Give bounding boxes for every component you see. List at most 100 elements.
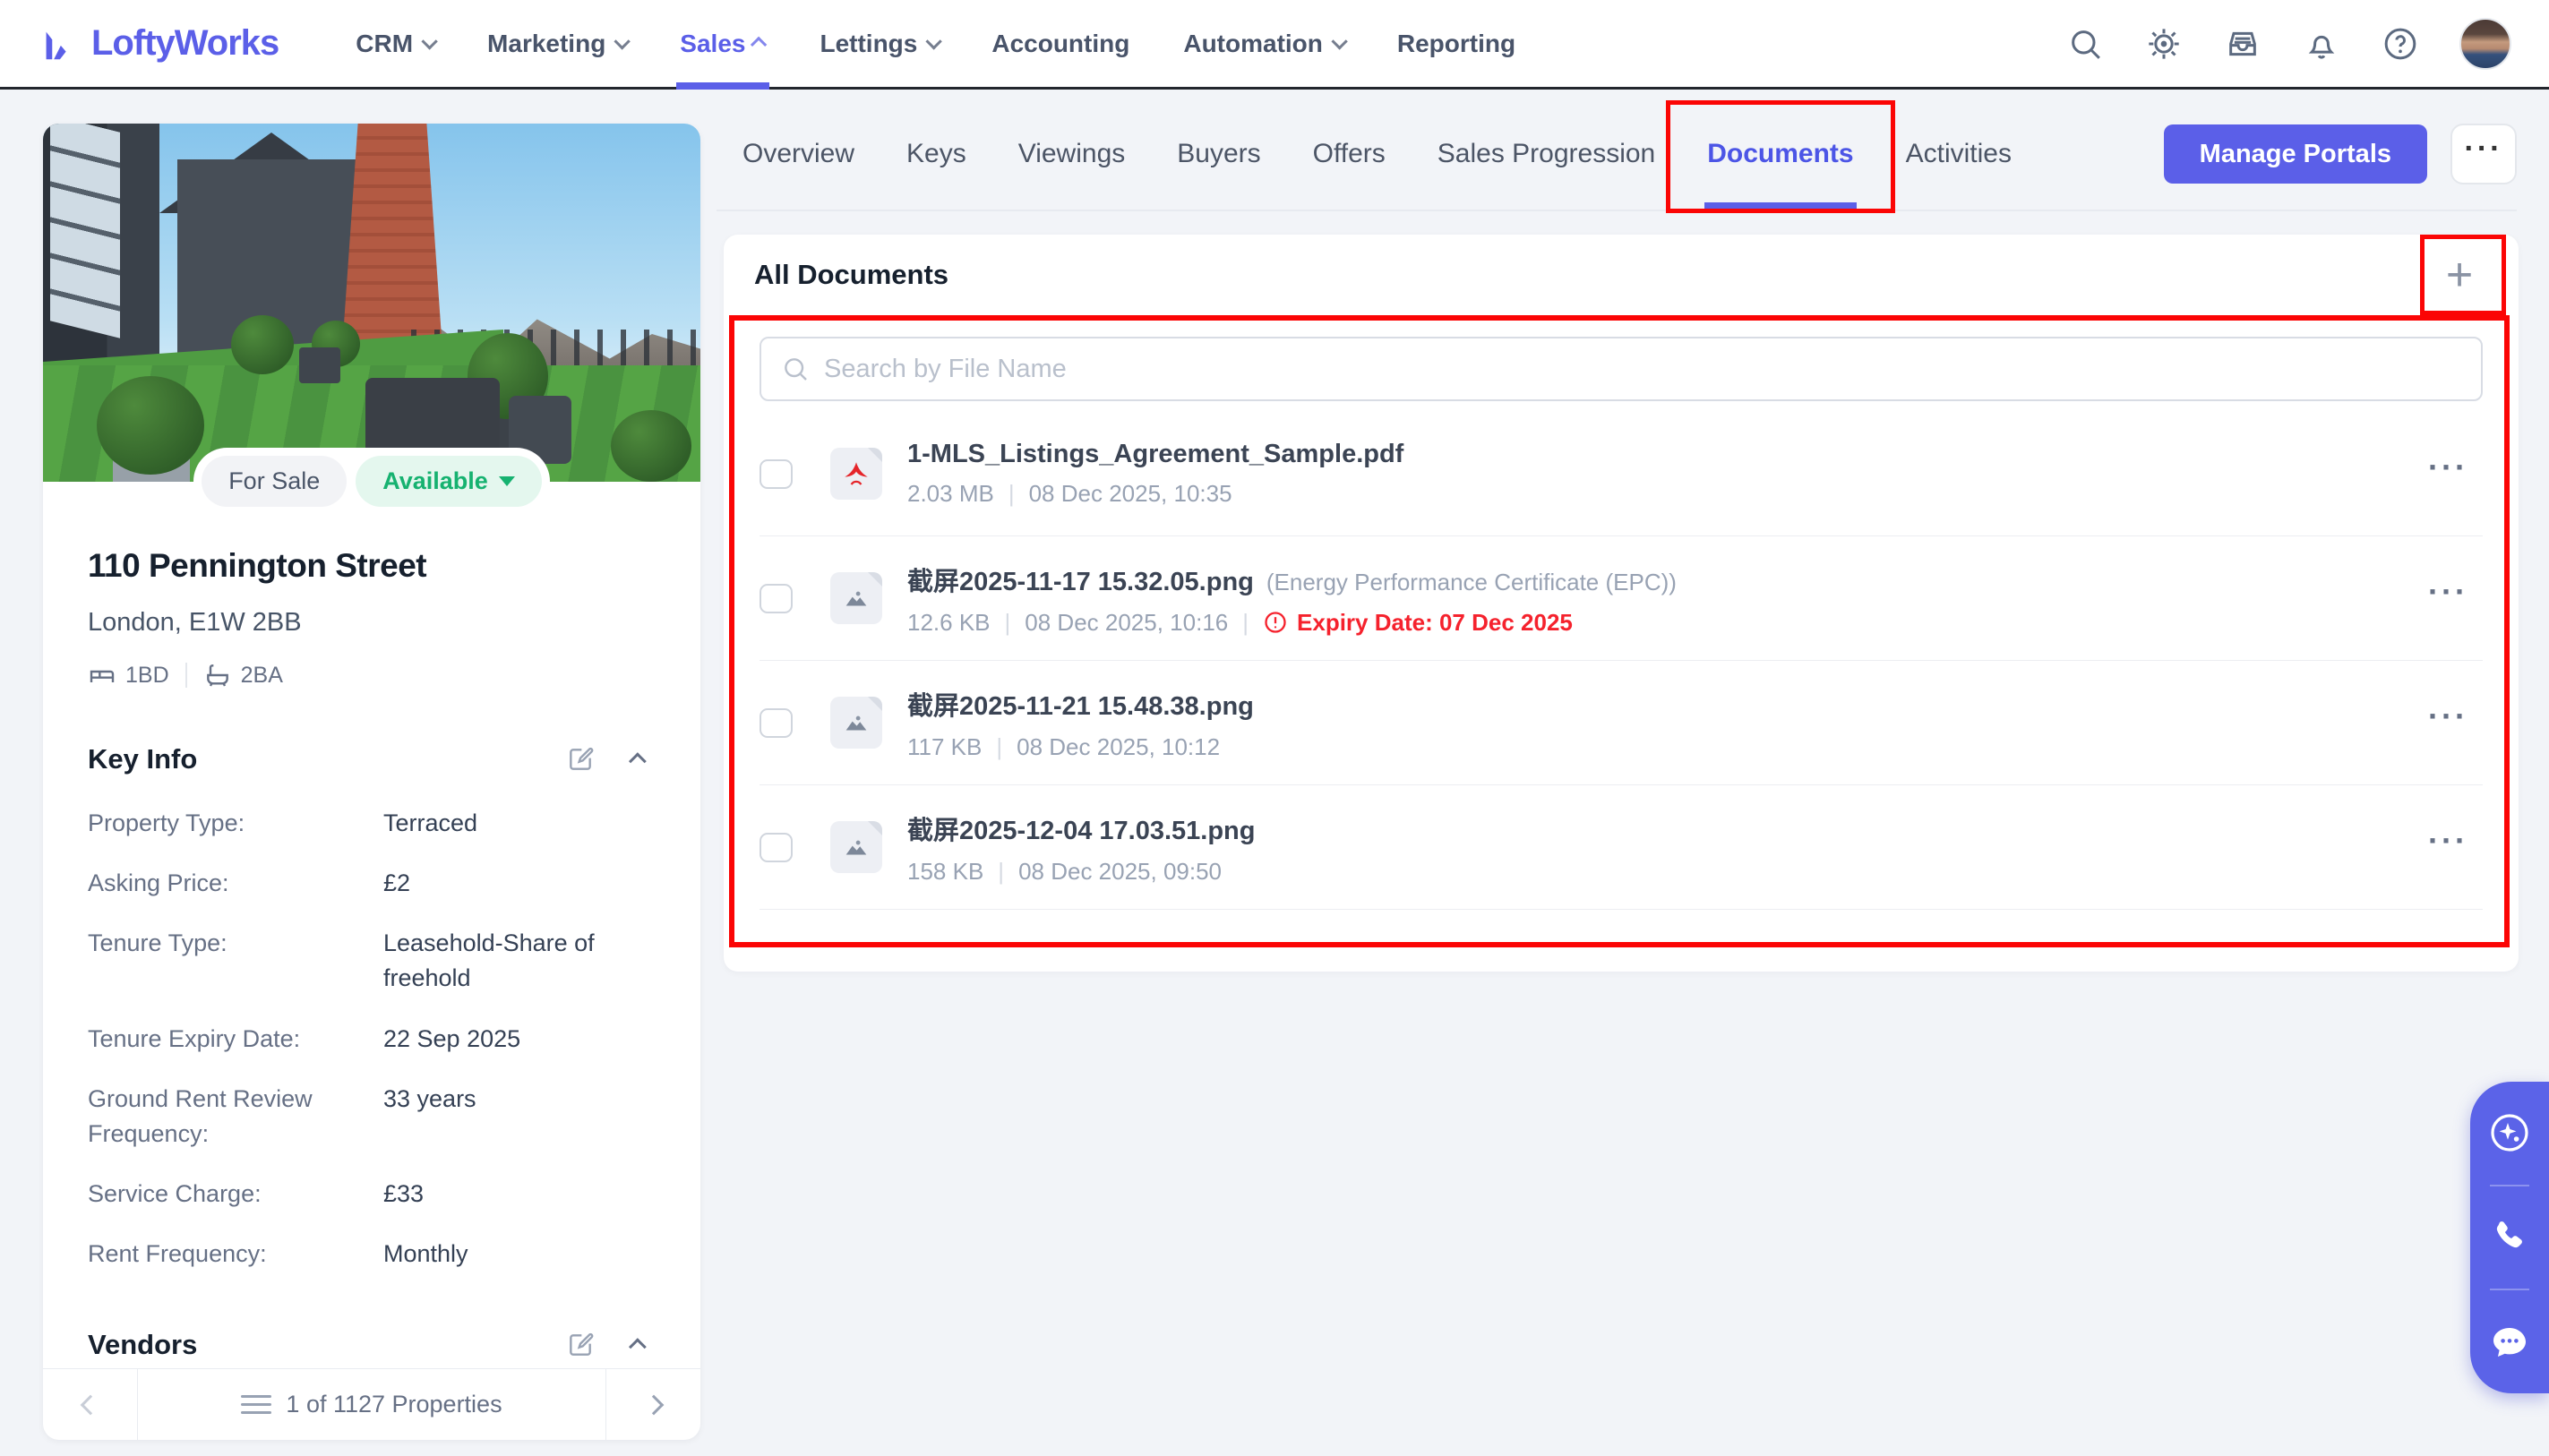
document-search — [760, 337, 2483, 401]
key-info-value: Monthly — [383, 1240, 468, 1268]
avatar[interactable] — [2459, 17, 2511, 70]
row-more-button[interactable]: ··· — [2428, 449, 2468, 499]
detail-tabs: Overview Keys Viewings Buyers Offers Sal… — [717, 98, 2038, 213]
key-info-list: Property Type: Terraced Asking Price: £2… — [88, 806, 656, 1272]
search-input[interactable] — [824, 354, 2461, 384]
row-checkbox[interactable] — [760, 583, 793, 613]
tab[interactable]: Buyers — [1151, 98, 1286, 210]
edit-icon[interactable] — [564, 743, 596, 775]
document-row[interactable]: 截屏2025-11-17 15.32.05.png (Energy Perfor… — [760, 536, 2483, 661]
brand-name: LoftyWorks — [91, 23, 279, 63]
nav-item[interactable]: CRM — [332, 0, 457, 87]
nav-item[interactable]: Lettings — [796, 0, 961, 87]
document-meta: 2.03 MB | 08 Dec 2025, 10:35 — [907, 480, 1232, 507]
document-size: 158 KB — [907, 857, 984, 885]
chevron-icon — [421, 33, 438, 50]
row-checkbox[interactable] — [760, 707, 793, 738]
image-icon — [845, 840, 867, 855]
nav-item[interactable]: Accounting — [968, 0, 1153, 87]
tab[interactable]: Keys — [880, 98, 992, 210]
key-info-label: Property Type: — [88, 809, 245, 836]
property-panel: For Sale Available 110 Pennington Street… — [43, 124, 700, 1440]
key-info-label: Tenure Type: — [88, 929, 227, 957]
baths-value: 2BA — [240, 662, 283, 688]
nav-item-label: Automation — [1183, 29, 1323, 57]
nav-item[interactable]: Sales — [657, 0, 789, 90]
document-info: 截屏2025-11-17 15.32.05.png (Energy Perfor… — [907, 561, 1677, 637]
availability-dropdown[interactable]: Available — [356, 456, 542, 507]
documents-header: All Documents + — [724, 235, 2519, 315]
property-photo — [43, 124, 700, 482]
chevron-icon — [925, 33, 943, 50]
key-info-value: Terraced — [383, 809, 478, 836]
more-actions-button[interactable]: ··· — [2450, 124, 2517, 184]
dock-divider — [2490, 1184, 2529, 1186]
tab[interactable]: Offers — [1287, 98, 1412, 210]
row-checkbox[interactable] — [760, 458, 793, 489]
nav-item-label: Accounting — [991, 29, 1130, 57]
document-row[interactable]: 截屏2025-11-21 15.48.38.png 117 KB | 08 De… — [760, 661, 2483, 785]
chevron-icon — [751, 36, 768, 54]
tab[interactable]: Viewings — [992, 98, 1152, 210]
document-date: 08 Dec 2025, 10:16 — [1025, 608, 1229, 636]
search-icon[interactable] — [2065, 24, 2105, 64]
document-date: 08 Dec 2025, 10:12 — [1017, 732, 1221, 760]
nav-item[interactable]: Reporting — [1374, 0, 1539, 87]
key-info-label: Asking Price: — [88, 869, 229, 897]
bed-icon — [90, 670, 115, 682]
help-icon[interactable] — [2381, 24, 2420, 64]
document-meta: 117 KB | 08 Dec 2025, 10:12 — [907, 732, 1221, 760]
tab[interactable]: Documents — [1666, 98, 1895, 213]
row-more-button[interactable]: ··· — [2428, 573, 2468, 623]
property-count[interactable]: 1 of 1127 Properties — [138, 1369, 605, 1440]
file-type-icon — [830, 448, 882, 500]
document-size: 2.03 MB — [907, 480, 994, 507]
property-pager: 1 of 1127 Properties — [43, 1368, 700, 1440]
image-icon — [845, 591, 867, 606]
tab-label: Sales Progression — [1437, 139, 1656, 168]
key-info-label: Rent Frequency: — [88, 1240, 267, 1268]
for-sale-badge: For Sale — [202, 456, 348, 507]
document-row[interactable]: 1-MLS_Listings_Agreement_Sample.pdf 2.03… — [760, 412, 2483, 536]
tab[interactable]: Overview — [717, 98, 880, 210]
manage-portals-button[interactable]: Manage Portals — [2163, 124, 2427, 184]
document-info: 截屏2025-12-04 17.03.51.png 158 KB | 08 De… — [907, 809, 1255, 886]
key-info-label: Tenure Expiry Date: — [88, 1024, 301, 1052]
chevron-down-icon — [498, 476, 515, 486]
tab[interactable]: Activities — [1880, 98, 2038, 210]
phone-icon[interactable] — [2485, 1212, 2535, 1263]
nav-item[interactable]: Automation — [1160, 0, 1367, 87]
next-property-button[interactable] — [605, 1369, 700, 1440]
tab-label: Activities — [1905, 139, 2012, 168]
document-date: 08 Dec 2025, 10:35 — [1028, 480, 1232, 507]
prev-property-button[interactable] — [43, 1369, 138, 1440]
chevron-icon — [614, 33, 631, 50]
document-row[interactable]: 截屏2025-12-04 17.03.51.png 158 KB | 08 De… — [760, 785, 2483, 910]
edit-icon[interactable] — [564, 1329, 596, 1361]
collapse-chevron-icon[interactable] — [623, 1329, 656, 1361]
status-badges: For Sale Available — [193, 448, 550, 515]
vendors-header: Vendors — [88, 1329, 656, 1361]
header-actions — [2065, 17, 2511, 70]
add-document-button[interactable]: + — [2431, 246, 2488, 304]
nav-item[interactable]: Marketing — [464, 0, 649, 87]
floating-action-dock — [2470, 1082, 2549, 1393]
tab-label: Buyers — [1177, 139, 1261, 168]
expiry-warning: Expiry Date: 07 Dec 2025 — [1263, 609, 1573, 637]
key-info-title: Key Info — [88, 743, 198, 775]
gear-icon[interactable] — [2144, 24, 2184, 64]
tab[interactable]: Sales Progression — [1412, 98, 1681, 210]
detail-tabs-bar: Overview Keys Viewings Buyers Offers Sal… — [717, 98, 2517, 213]
chat-icon[interactable] — [2485, 1317, 2535, 1367]
bell-icon[interactable] — [2302, 24, 2341, 64]
row-checkbox[interactable] — [760, 832, 793, 862]
brand-logo[interactable]: LoftyWorks — [38, 23, 279, 64]
row-more-button[interactable]: ··· — [2428, 698, 2468, 748]
row-more-button[interactable]: ··· — [2428, 822, 2468, 872]
collapse-chevron-icon[interactable] — [623, 743, 656, 775]
file-type-icon — [830, 697, 882, 749]
ai-sparkle-icon[interactable] — [2485, 1108, 2535, 1158]
document-meta: 12.6 KB | 08 Dec 2025, 10:16 | Expiry Da… — [907, 608, 1573, 637]
document-meta: 158 KB | 08 Dec 2025, 09:50 — [907, 857, 1223, 885]
inbox-icon[interactable] — [2223, 24, 2262, 64]
